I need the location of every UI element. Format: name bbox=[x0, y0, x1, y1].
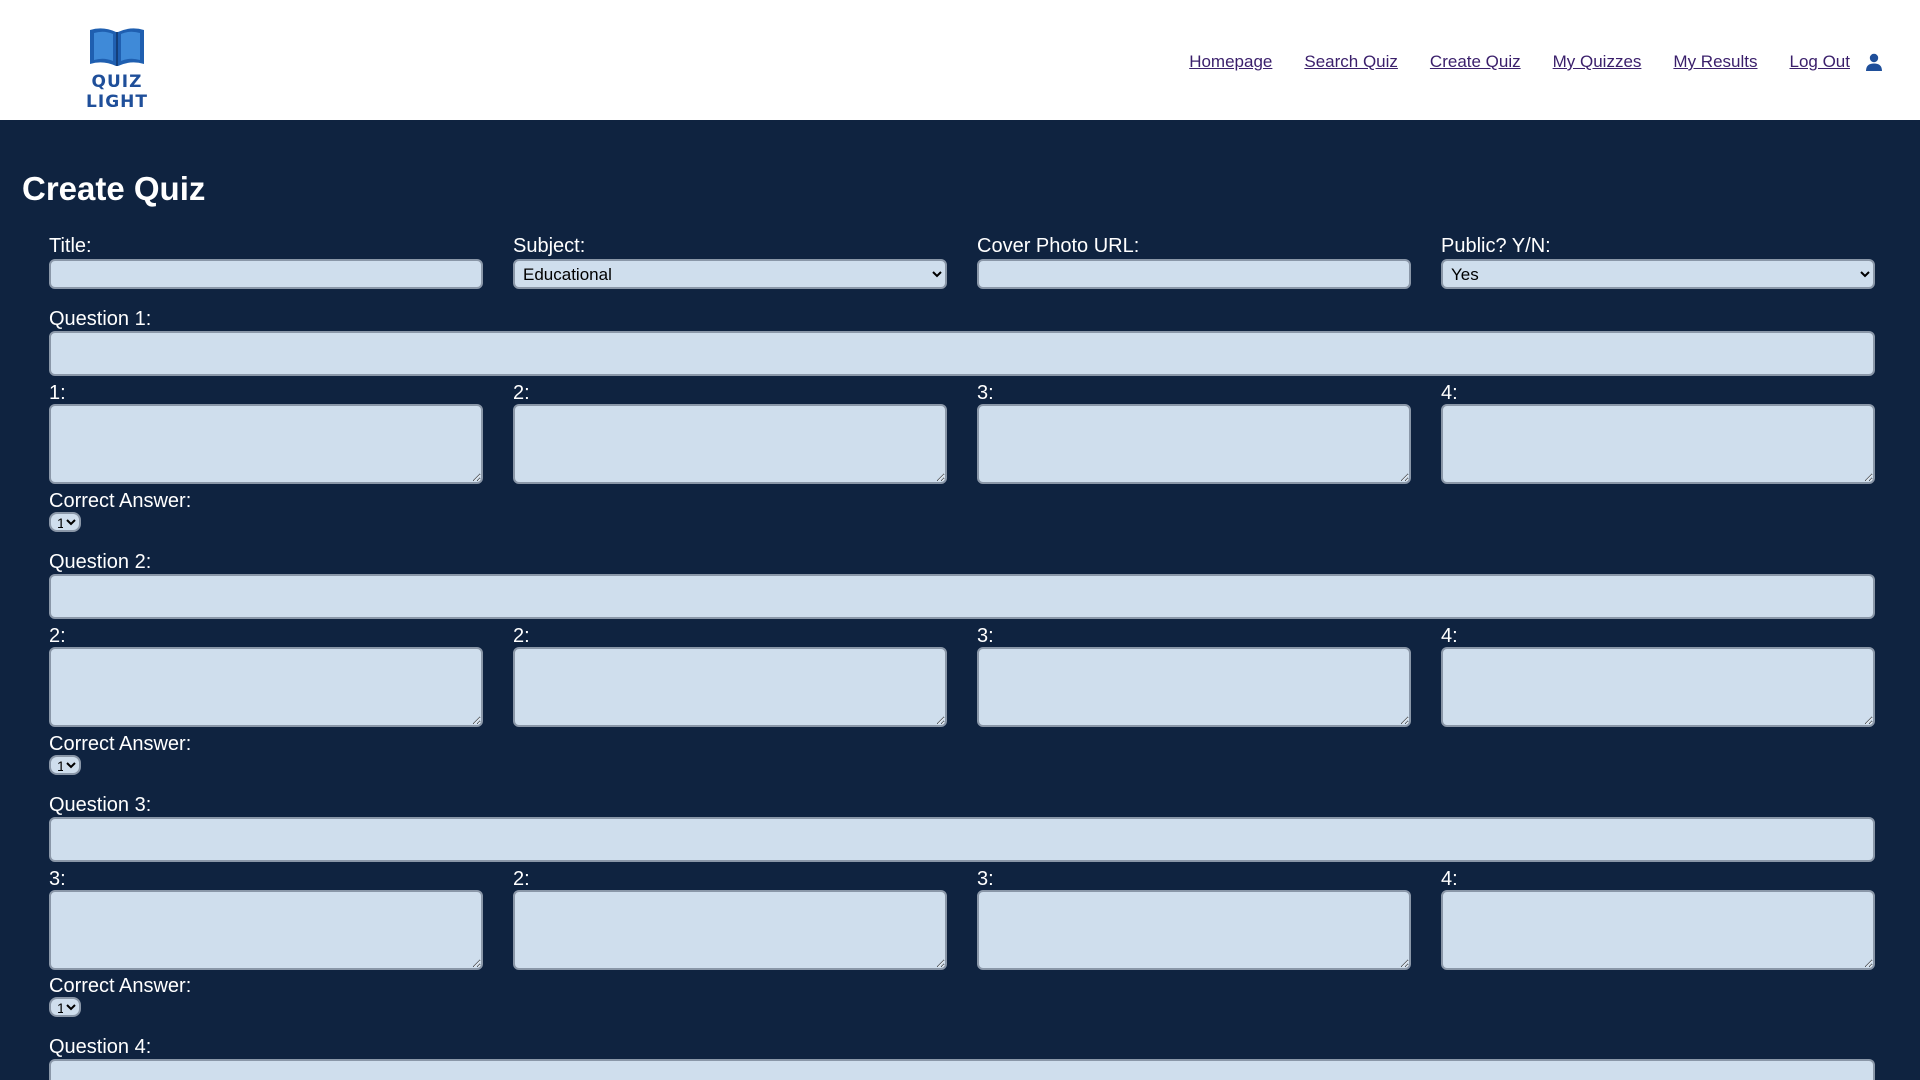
correct-answer-label: Correct Answer: bbox=[49, 490, 192, 512]
correct-answer-label: Correct Answer: bbox=[49, 975, 192, 997]
question-input[interactable] bbox=[49, 817, 1875, 862]
answer-label: 3: bbox=[977, 382, 994, 404]
answer-label: 4: bbox=[1441, 625, 1458, 647]
question-label: Question 1: bbox=[49, 308, 152, 330]
answer-label: 4: bbox=[1441, 868, 1458, 890]
answer-textarea[interactable] bbox=[1441, 404, 1875, 484]
title-input[interactable] bbox=[49, 259, 483, 289]
create-quiz-page: Create Quiz Title: Subject: Educational … bbox=[0, 120, 1920, 1080]
answer-label: 2: bbox=[513, 868, 530, 890]
question-label: Question 3: bbox=[49, 794, 152, 816]
answer-label: 1: bbox=[49, 382, 66, 404]
answer-textarea[interactable] bbox=[1441, 647, 1875, 727]
question-input[interactable] bbox=[49, 574, 1875, 619]
answer-textarea[interactable] bbox=[513, 404, 947, 484]
title-label: Title: bbox=[49, 235, 92, 257]
public-label: Public? Y/N: bbox=[1441, 235, 1551, 257]
nav-my-results[interactable]: My Results bbox=[1673, 52, 1757, 72]
answer-textarea[interactable] bbox=[49, 647, 483, 727]
answer-label: 3: bbox=[49, 868, 66, 890]
site-header: QUIZ LIGHT Homepage Search Quiz Create Q… bbox=[0, 0, 1920, 120]
question-label: Question 2: bbox=[49, 551, 152, 573]
question-input[interactable] bbox=[49, 1059, 1875, 1080]
answer-textarea[interactable] bbox=[513, 890, 947, 970]
answer-label: 4: bbox=[1441, 382, 1458, 404]
answer-label: 2: bbox=[513, 625, 530, 647]
cover-photo-input[interactable] bbox=[977, 259, 1411, 289]
user-icon[interactable] bbox=[1864, 52, 1884, 72]
answer-textarea[interactable] bbox=[49, 890, 483, 970]
correct-answer-select[interactable]: 1 bbox=[49, 512, 81, 532]
answer-textarea[interactable] bbox=[977, 890, 1411, 970]
answer-label: 3: bbox=[977, 625, 994, 647]
question-label: Question 4: bbox=[49, 1036, 152, 1058]
answer-textarea[interactable] bbox=[49, 404, 483, 484]
answer-textarea[interactable] bbox=[513, 647, 947, 727]
answer-textarea[interactable] bbox=[1441, 890, 1875, 970]
correct-answer-select[interactable]: 1 bbox=[49, 755, 81, 775]
subject-select[interactable]: Educational bbox=[513, 259, 947, 289]
subject-label: Subject: bbox=[513, 235, 586, 257]
cover-photo-label: Cover Photo URL: bbox=[977, 235, 1140, 257]
public-select[interactable]: Yes bbox=[1441, 259, 1875, 289]
answer-textarea[interactable] bbox=[977, 404, 1411, 484]
answer-label: 2: bbox=[49, 625, 66, 647]
main-nav: Homepage Search Quiz Create Quiz My Quiz… bbox=[1189, 52, 1884, 72]
answer-textarea[interactable] bbox=[977, 647, 1411, 727]
correct-answer-select[interactable]: 1 bbox=[49, 997, 81, 1017]
nav-my-quizzes[interactable]: My Quizzes bbox=[1553, 52, 1642, 72]
answer-label: 2: bbox=[513, 382, 530, 404]
page-title: Create Quiz bbox=[22, 170, 206, 207]
nav-create-quiz[interactable]: Create Quiz bbox=[1430, 52, 1521, 72]
logo-text: QUIZ LIGHT bbox=[86, 72, 148, 112]
open-book-icon bbox=[90, 28, 144, 66]
correct-answer-label: Correct Answer: bbox=[49, 733, 192, 755]
answer-label: 3: bbox=[977, 868, 994, 890]
nav-homepage[interactable]: Homepage bbox=[1189, 52, 1272, 72]
logo[interactable]: QUIZ LIGHT bbox=[58, 24, 176, 112]
nav-search-quiz[interactable]: Search Quiz bbox=[1304, 52, 1398, 72]
nav-log-out[interactable]: Log Out bbox=[1790, 52, 1851, 72]
question-input[interactable] bbox=[49, 331, 1875, 376]
